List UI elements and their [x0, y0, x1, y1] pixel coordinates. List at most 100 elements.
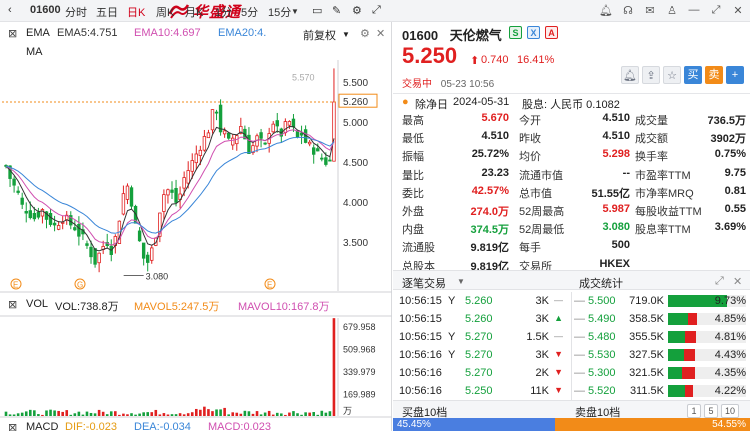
trade-row[interactable]: 10:56:15 5.260 3K ▲	[393, 310, 573, 328]
trades-list[interactable]: 10:56:15 Y 5.260 3K —10:56:15 5.260 3K ▲ 10:56:1…	[393, 292, 573, 400]
volume-bar	[235, 412, 239, 416]
dif-value: DIF:-0.023	[65, 421, 117, 431]
volume-bar	[186, 413, 190, 416]
stat-volume: 358.5K	[629, 313, 664, 325]
volume-bar	[292, 411, 295, 416]
stat-label: 内盘	[402, 224, 424, 237]
tab-daily-k[interactable]: 日K	[127, 4, 145, 20]
price-tick-label: 4.000	[343, 198, 368, 209]
event-marker-label: E	[13, 281, 18, 290]
buy-button[interactable]: 买	[684, 66, 702, 84]
back-icon[interactable]: ‹	[8, 4, 12, 16]
dividend-date: 2024-05-31	[453, 96, 510, 108]
price-tick-label: 5.000	[343, 118, 368, 129]
page-10-button[interactable]: 10	[721, 404, 739, 418]
trade-row[interactable]: 10:56:16 5.250 11K ▼	[393, 382, 573, 400]
panel-close-icon[interactable]: ✕	[733, 275, 742, 288]
alert-bell-button[interactable]: 🔔︎	[621, 66, 639, 84]
close-icon[interactable]: ✕	[730, 2, 746, 18]
trades-title[interactable]: 逐笔交易	[402, 275, 446, 291]
sell-button[interactable]: 卖	[705, 66, 723, 84]
vol-collapse-icon[interactable]: ⊠	[8, 298, 17, 311]
tab-1min[interactable]: 1分	[215, 4, 232, 20]
tab-intraday[interactable]: 分时	[65, 4, 87, 20]
volume-bar	[332, 318, 336, 416]
stat-value: 0.75%	[714, 148, 746, 161]
kline-chart[interactable]: 5.570 5.500 5.260 5.000 4.500 4.000 3.500 3.080…	[0, 22, 392, 431]
share-button[interactable]: ⇪	[642, 66, 660, 84]
trade-stat-row[interactable]: —5.500 719.0K 9.73%	[572, 292, 750, 310]
tab-five-day[interactable]: 五日	[96, 4, 118, 20]
expand-icon[interactable]: ⤢	[715, 275, 724, 288]
price-tick-label: 4.500	[343, 158, 368, 169]
ema10-line	[5, 129, 335, 246]
mail-icon[interactable]: ✉	[642, 2, 658, 18]
volume-bar	[199, 409, 202, 416]
trades-dropdown-icon[interactable]: ▼	[457, 277, 465, 286]
stock-title: 01600 天伦燃气	[402, 25, 502, 44]
stat-label: 市净率MRQ	[635, 187, 694, 200]
tab-15min[interactable]: 15分	[268, 4, 291, 20]
trade-qty: 11K	[530, 385, 549, 397]
stat-price: 5.490	[588, 313, 616, 325]
action-buttons: 🔔︎ ⇪ ☆ 买 卖 +	[621, 66, 744, 84]
stats-row: 振幅 25.72% 均价 5.298 换手率 0.75%	[393, 146, 750, 164]
period-dropdown-icon[interactable]: ▼	[291, 7, 299, 16]
trade-side: Y	[448, 295, 456, 307]
tab-5min[interactable]: 5分	[241, 4, 258, 20]
trade-row[interactable]: 10:56:15 Y 5.270 1.5K —	[393, 328, 573, 346]
star-button[interactable]: ☆	[663, 66, 681, 84]
volume-bar	[316, 414, 320, 416]
macd-label[interactable]: MACD	[26, 421, 58, 431]
volume-bar	[33, 410, 36, 416]
volume-bar	[16, 413, 20, 416]
volume-bar	[8, 414, 12, 416]
trade-row[interactable]: 10:56:16 Y 5.270 3K ▼	[393, 346, 573, 364]
ema5-line	[5, 125, 335, 252]
volume-bar	[288, 412, 291, 416]
trade-row[interactable]: 10:56:15 Y 5.260 3K —	[393, 292, 573, 310]
trade-row[interactable]: 10:56:16 5.270 2K ▼	[393, 364, 573, 382]
headset-icon[interactable]: ☊	[620, 2, 636, 18]
page-1-button[interactable]: 1	[687, 404, 701, 418]
tab-monthly-k[interactable]: 月K	[185, 4, 203, 20]
candle-body	[36, 211, 41, 218]
trade-stats-title[interactable]: 成交统计	[579, 275, 623, 291]
tab-weekly-k[interactable]: 周K	[156, 4, 174, 20]
settings-icon[interactable]: ⚙	[352, 4, 362, 17]
maximize-icon[interactable]: ⤢	[708, 2, 724, 18]
stat-value: 0.81	[724, 184, 746, 197]
chart-type-icon[interactable]: ▭	[312, 4, 322, 17]
stat-volume: 355.5K	[629, 331, 664, 343]
stat-value: 3.080	[602, 221, 630, 234]
volume-bar	[12, 414, 16, 416]
badge-x: X	[527, 26, 540, 39]
volume-bar	[182, 414, 186, 416]
trade-stat-row[interactable]: —5.520 311.5K 4.22%	[572, 382, 750, 400]
buy-sell-ratio-bar: 45.45% 54.55%	[393, 418, 750, 431]
fullscreen-icon[interactable]: ⤢	[372, 4, 381, 17]
vol-label[interactable]: VOL	[26, 298, 48, 310]
down-arrow-icon: ▼	[554, 367, 563, 377]
add-watchlist-button[interactable]: +	[726, 66, 744, 84]
stat-volume: 321.5K	[629, 367, 664, 379]
stat-value: 51.55亿	[591, 187, 630, 200]
trade-stat-row[interactable]: —5.480 355.5K 4.81%	[572, 328, 750, 346]
shirt-icon[interactable]: ♙	[664, 2, 680, 18]
volume-bar	[324, 412, 328, 416]
stat-value: 500	[611, 239, 630, 252]
trade-stats-list[interactable]: —5.500 719.0K 9.73% —5.490 358.5K 4.85% —5.480…	[571, 292, 750, 400]
stat-bar-sell	[687, 313, 697, 325]
bell-icon[interactable]: 🔔︎	[598, 2, 614, 18]
macd-collapse-icon[interactable]: ⊠	[8, 421, 17, 431]
trades-header: 逐笔交易 ▼ 成交统计 ⤢ ✕	[393, 270, 750, 290]
trade-stat-row[interactable]: —5.300 321.5K 4.35%	[572, 364, 750, 382]
trade-stat-row[interactable]: —5.490 358.5K 4.85%	[572, 310, 750, 328]
volume-bar	[296, 413, 299, 416]
drawing-tool-icon[interactable]: ✎	[332, 4, 341, 17]
stat-bar-sell	[683, 349, 695, 361]
trade-stat-row[interactable]: —5.530 327.5K 4.43%	[572, 346, 750, 364]
minimize-icon[interactable]: —	[686, 2, 702, 18]
stat-percent: 4.43%	[714, 349, 746, 361]
page-5-button[interactable]: 5	[704, 404, 718, 418]
